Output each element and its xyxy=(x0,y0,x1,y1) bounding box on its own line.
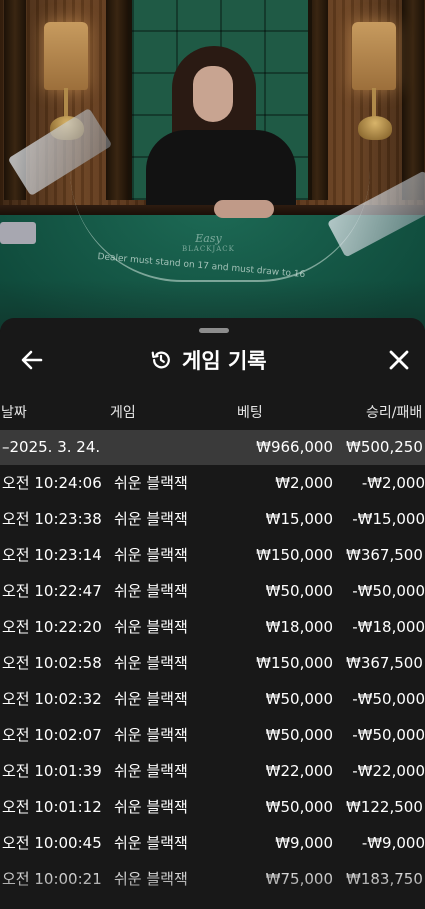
row-game: 쉬운 블랙잭 xyxy=(114,654,188,672)
row-game: 쉬운 블랙잭 xyxy=(114,582,188,600)
row-result: -₩18,000 xyxy=(352,618,425,636)
row-time: 오전 10:24:06 xyxy=(2,474,102,492)
row-time: 오전 10:02:32 xyxy=(2,690,102,708)
row-result: -₩9,000 xyxy=(361,834,425,852)
row-game: 쉬운 블랙잭 xyxy=(114,834,188,852)
history-row[interactable]: 오전 10:01:12 쉬운 블랙잭 ₩50,000 ₩122,500 xyxy=(0,789,425,825)
column-header-bet[interactable]: 베팅 xyxy=(237,402,263,422)
row-result: ₩367,500 xyxy=(346,654,423,672)
lamp xyxy=(44,22,88,90)
row-time: 오전 10:00:21 xyxy=(2,870,102,888)
column-header-game[interactable]: 게임 xyxy=(110,402,136,422)
history-list: –2025. 3. 24. ₩966,000 ₩500,250 오전 10:24… xyxy=(0,430,425,897)
row-bet: ₩9,000 xyxy=(275,834,333,852)
row-game: 쉬운 블랙잭 xyxy=(114,510,188,528)
title-text: 게임 기록 xyxy=(182,349,267,373)
card-stack xyxy=(0,222,36,244)
row-bet: ₩50,000 xyxy=(265,726,333,744)
history-clock-icon xyxy=(151,351,170,369)
row-game: 쉬운 블랙잭 xyxy=(114,798,188,816)
row-game: 쉬운 블랙잭 xyxy=(114,690,188,708)
row-bet: ₩50,000 xyxy=(265,798,333,816)
row-bet: ₩150,000 xyxy=(256,546,333,564)
sheet-header: 게임 기록 xyxy=(0,340,425,380)
history-row[interactable]: 오전 10:00:45 쉬운 블랙잭 ₩9,000 -₩9,000 xyxy=(0,825,425,861)
row-result: -₩15,000 xyxy=(352,510,425,528)
column-header-result[interactable]: 승리/패배 xyxy=(366,402,422,422)
row-bet: ₩15,000 xyxy=(265,510,333,528)
history-row[interactable]: 오전 10:02:07 쉬운 블랙잭 ₩50,000 -₩50,000 xyxy=(0,717,425,753)
arrow-left-icon xyxy=(21,350,43,370)
history-row[interactable]: 오전 10:02:32 쉬운 블랙잭 ₩50,000 -₩50,000 xyxy=(0,681,425,717)
row-game: 쉬운 블랙잭 xyxy=(114,546,188,564)
row-time: 오전 10:01:12 xyxy=(2,798,102,816)
row-time: 오전 10:02:07 xyxy=(2,726,102,744)
history-row[interactable]: 오전 10:00:21 쉬운 블랙잭 ₩75,000 ₩183,750 xyxy=(0,861,425,897)
row-time: 오전 10:01:39 xyxy=(2,762,102,780)
history-row[interactable]: 오전 10:02:58 쉬운 블랙잭 ₩150,000 ₩367,500 xyxy=(0,645,425,681)
summary-result: ₩500,250 xyxy=(346,438,423,456)
row-result: -₩2,000 xyxy=(361,474,425,492)
history-row[interactable]: 오전 10:23:38 쉬운 블랙잭 ₩15,000 -₩15,000 xyxy=(0,501,425,537)
row-result: -₩22,000 xyxy=(352,762,425,780)
row-bet: ₩50,000 xyxy=(265,582,333,600)
table-brand: Easy BLACKJACK xyxy=(182,232,235,253)
row-time: 오전 10:23:38 xyxy=(2,510,102,528)
history-row[interactable]: 오전 10:22:20 쉬운 블랙잭 ₩18,000 -₩18,000 xyxy=(0,609,425,645)
row-result: -₩50,000 xyxy=(352,690,425,708)
row-time: 오전 10:22:47 xyxy=(2,582,102,600)
row-game: 쉬운 블랙잭 xyxy=(114,870,188,888)
row-bet: ₩150,000 xyxy=(256,654,333,672)
row-time: 오전 10:22:20 xyxy=(2,618,102,636)
row-time: 오전 10:02:58 xyxy=(2,654,102,672)
back-button[interactable] xyxy=(16,344,48,376)
drag-handle[interactable] xyxy=(199,328,229,333)
row-time: 오전 10:23:14 xyxy=(2,546,102,564)
row-bet: ₩75,000 xyxy=(265,870,333,888)
history-row[interactable]: 오전 10:24:06 쉬운 블랙잭 ₩2,000 -₩2,000 xyxy=(0,465,425,501)
row-result: -₩50,000 xyxy=(352,726,425,744)
close-button[interactable] xyxy=(383,344,415,376)
row-bet: ₩22,000 xyxy=(265,762,333,780)
row-game: 쉬운 블랙잭 xyxy=(114,474,188,492)
row-game: 쉬운 블랙잭 xyxy=(114,762,188,780)
page-title: 게임 기록 xyxy=(150,344,267,376)
row-result: ₩122,500 xyxy=(346,798,423,816)
game-history-sheet: 게임 기록 날짜 게임 베팅 승리/패배 –2025. 3. 24. ₩966,… xyxy=(0,318,425,909)
app-screen: Easy BLACKJACK Dealer must stand on 17 a… xyxy=(0,0,425,909)
close-icon xyxy=(389,350,409,370)
live-dealer-video: Easy BLACKJACK Dealer must stand on 17 a… xyxy=(0,0,425,330)
pillar xyxy=(402,0,424,200)
row-bet: ₩2,000 xyxy=(275,474,333,492)
summary-bet: ₩966,000 xyxy=(256,438,333,456)
history-row[interactable]: 오전 10:22:47 쉬운 블랙잭 ₩50,000 -₩50,000 xyxy=(0,573,425,609)
row-result: -₩50,000 xyxy=(352,582,425,600)
column-header-date[interactable]: 날짜 xyxy=(1,402,27,422)
row-bet: ₩50,000 xyxy=(265,690,333,708)
history-row[interactable]: 오전 10:01:39 쉬운 블랙잭 ₩22,000 -₩22,000 xyxy=(0,753,425,789)
row-game: 쉬운 블랙잭 xyxy=(114,726,188,744)
summary-date: –2025. 3. 24. xyxy=(2,438,101,456)
row-result: ₩183,750 xyxy=(346,870,423,888)
history-row[interactable]: 오전 10:23:14 쉬운 블랙잭 ₩150,000 ₩367,500 xyxy=(0,537,425,573)
row-time: 오전 10:00:45 xyxy=(2,834,102,852)
row-result: ₩367,500 xyxy=(346,546,423,564)
row-bet: ₩18,000 xyxy=(265,618,333,636)
lamp xyxy=(352,22,396,90)
date-summary-row[interactable]: –2025. 3. 24. ₩966,000 ₩500,250 xyxy=(0,430,425,465)
row-game: 쉬운 블랙잭 xyxy=(114,618,188,636)
